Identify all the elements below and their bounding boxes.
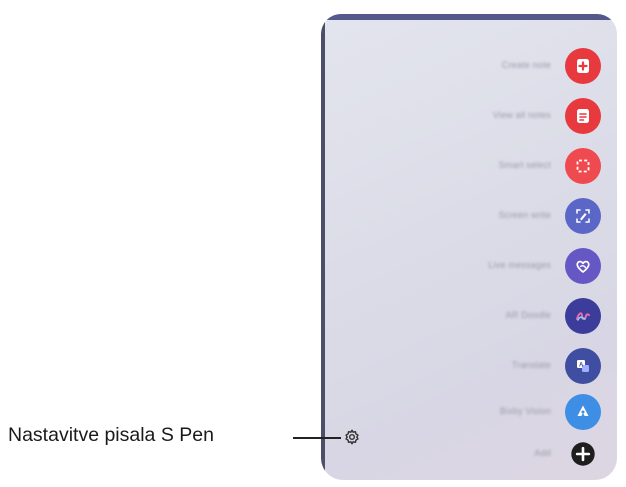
screen-write-icon[interactable] xyxy=(565,198,601,234)
air-command-item-ar-doodle[interactable]: AR Doodle xyxy=(321,296,617,336)
callout-leader-line xyxy=(293,437,341,439)
air-command-item-bixby-vision[interactable]: Bixby Vision xyxy=(321,392,617,432)
item-label: Live messages xyxy=(488,260,551,270)
ar-doodle-icon[interactable] xyxy=(565,298,601,334)
item-label: Smart select xyxy=(498,160,551,170)
view-all-notes-icon[interactable] xyxy=(565,98,601,134)
air-command-item-smart-select[interactable]: Smart select xyxy=(321,146,617,186)
translate-icon[interactable]: A xyxy=(565,348,601,384)
item-label: AR Doodle xyxy=(505,310,551,320)
item-label: Translate xyxy=(512,360,551,370)
svg-text:A: A xyxy=(579,363,584,369)
air-command-item-translate[interactable]: Translate A xyxy=(321,346,617,386)
live-messages-icon[interactable] xyxy=(565,248,601,284)
air-command-item-screen-write[interactable]: Screen write xyxy=(321,196,617,236)
air-command-item-live-messages[interactable]: Live messages xyxy=(321,246,617,286)
air-command-item-add[interactable]: Add xyxy=(321,434,617,474)
item-label: Add xyxy=(534,448,551,458)
settings-gear-icon[interactable] xyxy=(343,428,361,446)
panel-top-edge xyxy=(321,14,617,20)
bixby-vision-icon[interactable] xyxy=(565,394,601,430)
air-command-item-create-note[interactable]: Create note xyxy=(321,46,617,86)
item-label: View all notes xyxy=(492,110,551,120)
item-label: Create note xyxy=(501,60,551,70)
callout-label: Nastavitve pisala S Pen xyxy=(8,424,214,446)
air-command-item-view-all-notes[interactable]: View all notes xyxy=(321,96,617,136)
smart-select-icon[interactable] xyxy=(565,148,601,184)
air-command-panel: Create note View all notes Smart select … xyxy=(321,14,617,480)
item-label: Screen write xyxy=(498,210,551,220)
create-note-icon[interactable] xyxy=(565,48,601,84)
item-label: Bixby Vision xyxy=(499,406,551,416)
add-icon[interactable] xyxy=(565,436,601,472)
